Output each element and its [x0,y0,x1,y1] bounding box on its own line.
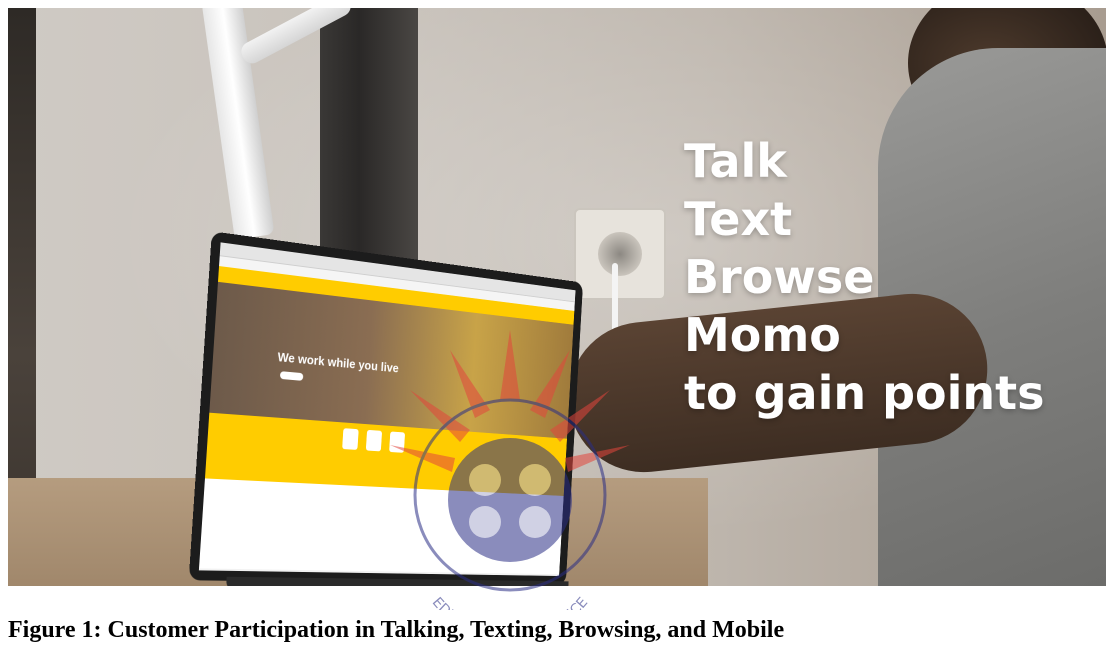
overlay-line-browse: Browse [684,250,875,304]
crest-shield [448,438,572,562]
overlay-line-momo: Momo [684,308,841,362]
website-hero-button [279,371,304,381]
overlay-line-text: Text [684,192,793,246]
overlay-line-gain-points: to gain points [684,366,1045,420]
socket-outlet [598,232,642,276]
university-crest-watermark: EDUCATION FOR SERVICE [390,330,630,610]
overlay-text-list: Talk Text Browse Momo to gain points [684,132,1045,422]
wall-socket [574,208,666,300]
crest-motto: EDUCATION FOR SERVICE [429,595,592,610]
overlay-line-talk: Talk [684,134,787,188]
figure-caption: Figure 1: Customer Participation in Talk… [8,617,785,643]
